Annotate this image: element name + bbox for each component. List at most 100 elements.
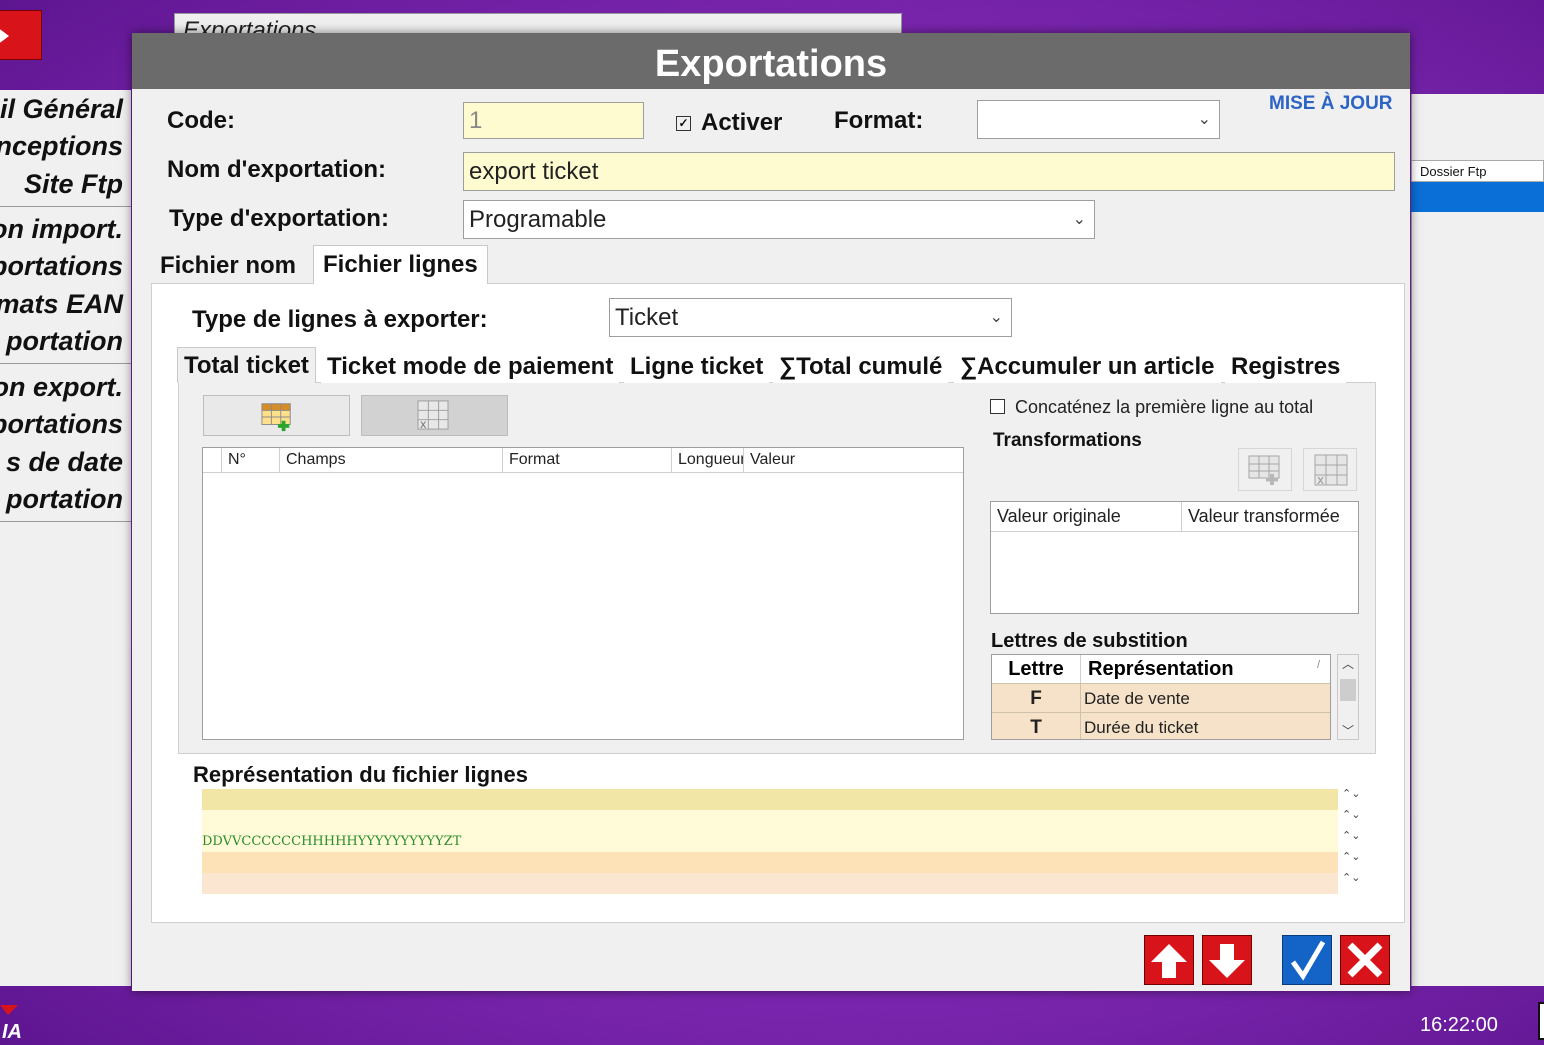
code-field[interactable]: 1 <box>463 102 644 139</box>
representation-cell: Durée du ticket <box>1084 718 1199 737</box>
chevron-down-icon: ⌄ <box>1197 111 1211 128</box>
transformations-title: Transformations <box>993 430 1142 451</box>
column-header-format[interactable]: Format <box>503 448 672 472</box>
selected-row[interactable] <box>1411 182 1544 212</box>
sort-indicator-icon: / <box>1316 659 1320 671</box>
scroll-down-icon[interactable]: ﹀ <box>1338 722 1358 739</box>
fields-table[interactable]: N° Champs Format Longueur Valeur <box>202 447 964 740</box>
letter-cell: F <box>992 684 1081 713</box>
tab-ticket-mode-paiement[interactable]: Ticket mode de paiement <box>321 349 620 383</box>
update-link[interactable]: MISE À JOUR <box>1269 93 1393 115</box>
format-label: Format: <box>834 107 924 134</box>
line-spinner-icon[interactable]: ⌃⌄ <box>1342 831 1360 852</box>
arrow-down-icon <box>1209 944 1245 978</box>
cancel-button[interactable] <box>1340 935 1390 985</box>
representation-line[interactable]: DDVVCCCCCCHHHHHYYYYYYYYYYZT <box>202 831 1338 852</box>
grid-add-icon <box>261 403 291 432</box>
exportations-dialog: Exportations MISE À JOUR Code: 1 ✓ Active… <box>132 33 1410 991</box>
column-header-representation[interactable]: Représentation <box>1088 655 1234 683</box>
clock: 16:22:00 <box>1420 1014 1498 1036</box>
line-spinner-icon[interactable]: ⌃⌄ <box>1342 810 1360 831</box>
move-up-button[interactable] <box>1144 935 1194 985</box>
add-transformation-button[interactable] <box>1238 448 1292 491</box>
type-select[interactable]: Programable ⌄ <box>463 200 1095 239</box>
tab-total-ticket[interactable]: Total ticket <box>177 347 316 383</box>
menu-item[interactable]: on export. <box>0 372 123 403</box>
format-select[interactable]: ⌄ <box>977 100 1220 139</box>
activer-checkbox[interactable]: ✓ Activer <box>676 109 782 137</box>
menu-item[interactable]: nceptions <box>0 131 123 162</box>
tab-fichier-lignes[interactable]: Fichier lignes <box>313 245 488 284</box>
close-icon <box>1347 942 1383 978</box>
table-row[interactable]: F Date de vente <box>992 683 1330 713</box>
column-header-champs[interactable]: Champs <box>280 448 503 472</box>
substitution-title: Lettres de substition <box>991 630 1188 652</box>
menu-item[interactable]: il Général <box>0 94 123 125</box>
menu-item[interactable]: portation <box>6 326 123 357</box>
table-header: Lettre Représentation / <box>992 655 1330 683</box>
substitution-table[interactable]: Lettre Représentation / F Date de vente … <box>991 654 1331 740</box>
menu-divider <box>0 363 131 364</box>
transformations-table[interactable]: Valeur originale Valeur transformée <box>990 501 1359 614</box>
menu-item[interactable]: Site Ftp <box>24 169 123 200</box>
representation-line[interactable] <box>202 789 1338 810</box>
substitution-scrollbar[interactable]: ︿ ﹀ <box>1337 654 1359 740</box>
taskbar-edge <box>1538 1002 1544 1040</box>
line-spinner-icon[interactable]: ⌃⌄ <box>1342 852 1360 873</box>
dialog-title: Exportations <box>132 33 1410 89</box>
menu-item[interactable]: s de date <box>6 447 123 478</box>
representation-box: ⌃⌄ ⌃⌄ DDVVCCCCCCHHHHHYYYYYYYYYYZT ⌃⌄ ⌃⌄ ⌃⌄ <box>202 789 1360 895</box>
grid-add-icon <box>1248 455 1280 485</box>
column-header-lettre[interactable]: Lettre <box>992 655 1081 683</box>
table-header: N° Champs Format Longueur Valeur <box>203 448 963 473</box>
code-label: Code: <box>167 107 235 134</box>
tab-total-cumule[interactable]: ∑Total cumulé <box>773 349 949 383</box>
svg-text:IA: IA <box>2 1021 22 1040</box>
menu-item[interactable]: mats EAN <box>0 289 123 320</box>
menu-item[interactable]: portations <box>0 251 123 282</box>
ftp-folder-column-header[interactable]: Dossier Ftp <box>1411 160 1544 182</box>
lines-type-select[interactable]: Ticket ⌄ <box>609 298 1012 337</box>
representation-line[interactable] <box>202 873 1338 894</box>
name-field[interactable]: export ticket <box>463 152 1395 191</box>
menu-divider <box>0 206 131 207</box>
arrow-right-icon <box>0 27 9 45</box>
svg-text:x: x <box>1317 473 1324 486</box>
tab-registres[interactable]: Registres <box>1225 349 1347 383</box>
menu-item[interactable]: portation <box>6 484 123 515</box>
concat-label: Concaténez la première ligne au total <box>1015 397 1314 417</box>
column-header-valeur-transformee[interactable]: Valeur transformée <box>1182 502 1358 531</box>
line-spinner-icon[interactable]: ⌃⌄ <box>1342 873 1360 894</box>
activer-label: Activer <box>701 109 783 136</box>
representation-line[interactable] <box>202 852 1338 873</box>
background-right-panel <box>1411 94 1544 986</box>
scrollbar-thumb[interactable] <box>1340 679 1356 701</box>
table-row[interactable]: T Durée du ticket <box>992 712 1330 739</box>
column-header-number[interactable]: N° <box>222 448 280 472</box>
tab-accumuler-article[interactable]: ∑Accumuler un article <box>954 349 1221 383</box>
menu-divider <box>0 521 131 522</box>
column-header-valeur[interactable]: Valeur <box>744 448 963 472</box>
letter-cell: T <box>992 713 1081 739</box>
column-header-longueur[interactable]: Longueur <box>672 448 744 472</box>
line-spinner-icon[interactable]: ⌃⌄ <box>1342 789 1360 810</box>
type-label: Type d'exportation: <box>169 205 389 232</box>
app-logo: IA <box>0 1005 60 1043</box>
move-down-button[interactable] <box>1202 935 1252 985</box>
delete-field-button[interactable]: x <box>361 395 508 436</box>
column-header-valeur-originale[interactable]: Valeur originale <box>991 502 1182 531</box>
checkbox-unchecked-icon <box>990 399 1005 414</box>
back-button[interactable] <box>0 10 42 60</box>
tab-ligne-ticket[interactable]: Ligne ticket <box>624 349 770 383</box>
confirm-button[interactable] <box>1282 935 1332 985</box>
menu-item[interactable]: portations <box>0 409 123 440</box>
scroll-up-icon[interactable]: ︿ <box>1338 655 1358 672</box>
delete-transformation-button[interactable]: x <box>1303 448 1357 491</box>
add-field-button[interactable] <box>203 395 350 436</box>
tab-fichier-nom[interactable]: Fichier nom <box>154 248 303 282</box>
arrow-up-icon <box>1151 944 1187 978</box>
menu-item[interactable]: on import. <box>0 214 123 245</box>
representation-line[interactable] <box>202 810 1338 831</box>
checkmark-icon <box>1290 940 1326 981</box>
concat-checkbox[interactable]: Concaténez la première ligne au total <box>990 397 1313 418</box>
